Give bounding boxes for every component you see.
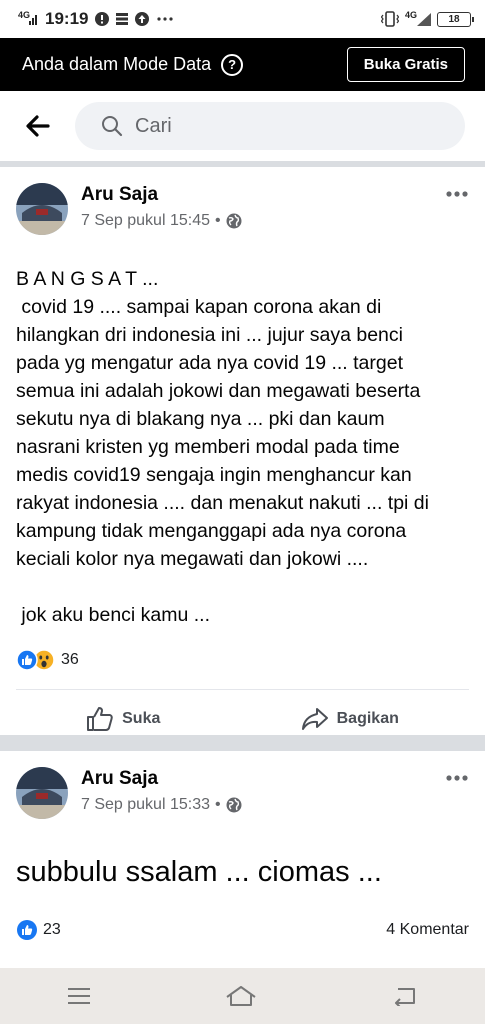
battery-level: 18 bbox=[448, 13, 460, 25]
home-icon[interactable] bbox=[225, 985, 257, 1007]
post-author[interactable]: Aru Saja bbox=[81, 768, 242, 790]
signal-icon bbox=[29, 15, 38, 25]
section-divider bbox=[0, 735, 485, 751]
system-nav-bar bbox=[0, 968, 485, 1024]
search-header: Cari bbox=[0, 91, 485, 161]
search-icon bbox=[102, 116, 123, 137]
post-stats: 23 4 Komentar bbox=[16, 919, 469, 941]
status-bar: 4G 19:19 4G 18 bbox=[0, 0, 485, 38]
share-button[interactable]: Bagikan bbox=[301, 707, 399, 731]
avatar[interactable] bbox=[16, 767, 68, 819]
data-mode-banner: Anda dalam Mode Data ? Buka Gratis bbox=[0, 38, 485, 91]
network-label: 4G bbox=[404, 10, 417, 20]
clock: 19:19 bbox=[45, 9, 89, 28]
open-free-button[interactable]: Buka Gratis bbox=[346, 47, 465, 82]
alert-icon bbox=[94, 12, 109, 26]
back-arrow-icon[interactable] bbox=[24, 112, 52, 140]
post-author[interactable]: Aru Saja bbox=[81, 184, 242, 206]
meta-separator: • bbox=[215, 796, 221, 813]
post-timestamp[interactable]: 7 Sep pukul 15:45 bbox=[81, 212, 210, 230]
post-meta: 7 Sep pukul 15:45 • bbox=[81, 212, 242, 230]
like-reaction-icon bbox=[16, 649, 38, 671]
post-header: Aru Saja 7 Sep pukul 15:33 • bbox=[16, 751, 469, 819]
back-nav-icon[interactable] bbox=[392, 986, 418, 1006]
post-meta: 7 Sep pukul 15:33 • bbox=[81, 796, 242, 814]
reaction-count: 23 bbox=[43, 921, 61, 938]
banner-text: Anda dalam Mode Data bbox=[22, 54, 212, 74]
signal-label: 4G bbox=[18, 10, 31, 20]
info-icon[interactable]: ? bbox=[221, 53, 244, 76]
thumbs-up-icon bbox=[87, 706, 113, 731]
reaction-summary[interactable]: 23 bbox=[16, 919, 61, 941]
post-timestamp[interactable]: 7 Sep pukul 15:33 bbox=[81, 796, 210, 814]
globe-icon bbox=[226, 797, 242, 813]
globe-icon bbox=[226, 213, 242, 229]
post-text: B A N G S A T ... covid 19 .... sampai k… bbox=[16, 268, 429, 626]
post-card: Aru Saja 7 Sep pukul 15:33 • subbulu ssa… bbox=[0, 751, 485, 968]
like-button[interactable]: Suka bbox=[86, 706, 160, 732]
cell-signal-icon bbox=[417, 12, 431, 26]
menu-icon[interactable] bbox=[67, 987, 91, 1005]
storage-icon bbox=[115, 13, 128, 25]
search-placeholder: Cari bbox=[135, 114, 172, 137]
like-label: Suka bbox=[122, 709, 161, 727]
meta-separator: • bbox=[215, 212, 221, 229]
battery-icon: 18 bbox=[437, 11, 474, 27]
like-reaction-icon bbox=[17, 920, 37, 940]
reaction-summary[interactable]: 36 bbox=[16, 649, 469, 671]
more-options-icon[interactable] bbox=[445, 189, 469, 199]
upload-icon bbox=[134, 12, 149, 26]
share-icon bbox=[301, 707, 328, 730]
comment-count[interactable]: 4 Komentar bbox=[386, 921, 469, 939]
avatar[interactable] bbox=[16, 183, 68, 235]
post-text: subbulu ssalam ... ciomas ... bbox=[16, 856, 382, 888]
more-notifications-icon bbox=[156, 17, 173, 21]
more-options-icon[interactable] bbox=[445, 773, 469, 783]
vibrate-icon bbox=[380, 11, 399, 27]
share-label: Bagikan bbox=[336, 709, 399, 727]
post-card: Aru Saja 7 Sep pukul 15:45 • B A N G S A… bbox=[0, 167, 485, 735]
reaction-count: 36 bbox=[61, 651, 79, 668]
search-input[interactable]: Cari bbox=[75, 102, 465, 150]
post-header: Aru Saja 7 Sep pukul 15:45 • bbox=[16, 167, 469, 235]
